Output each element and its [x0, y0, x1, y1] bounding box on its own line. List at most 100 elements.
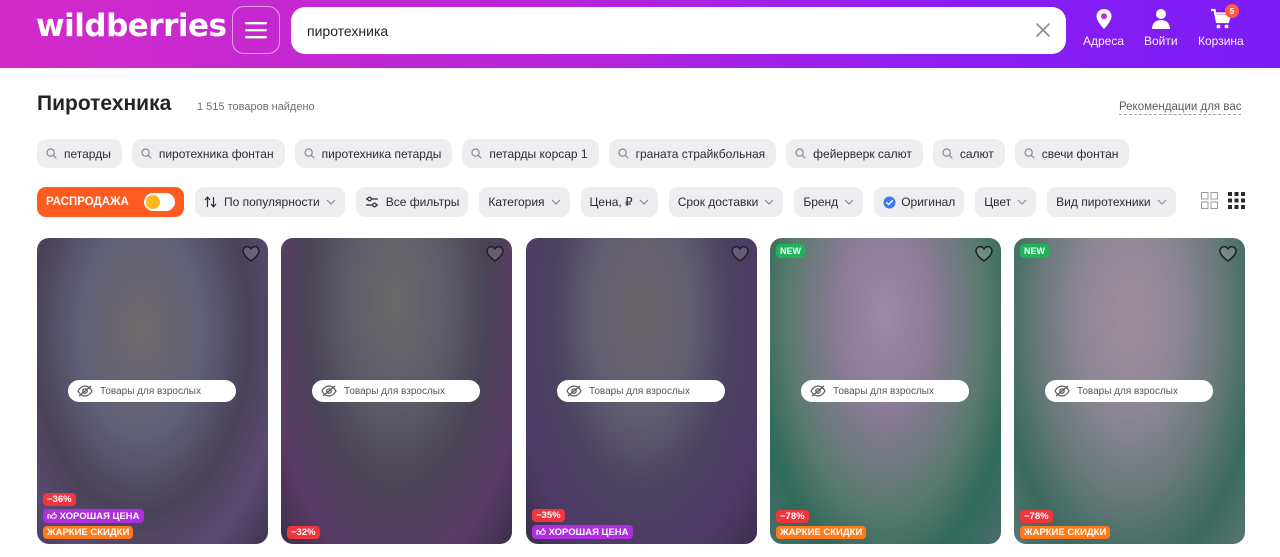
- favorite-heart-icon[interactable]: [241, 244, 261, 264]
- recommendations-link[interactable]: Рекомендации для вас: [1119, 101, 1242, 115]
- adult-content-pill[interactable]: Товары для взрослых: [801, 380, 969, 402]
- product-card[interactable]: Товары для взрослых −35% 👍︎ ХОРОШАЯ ЦЕНА: [526, 238, 757, 544]
- eye-off-icon: [321, 385, 337, 397]
- adult-content-pill[interactable]: Товары для взрослых: [68, 380, 236, 402]
- grid-large-icon: [1201, 192, 1218, 209]
- search-icon: [471, 148, 482, 159]
- toggle-switch[interactable]: [144, 193, 175, 211]
- search-icon: [303, 148, 315, 159]
- adult-label: Товары для взрослых: [833, 385, 934, 397]
- chevron-down-icon: [326, 199, 336, 205]
- adult-label: Товары для взрослых: [589, 385, 690, 397]
- suggestion-label: граната страйкбольная: [635, 146, 766, 161]
- sale-toggle[interactable]: РАСПРОДАЖА: [37, 187, 184, 217]
- product-card[interactable]: Товары для взрослых −32%: [281, 238, 512, 544]
- adult-content-pill[interactable]: Товары для взрослых: [312, 380, 480, 402]
- filter-label: Цена, ₽: [589, 195, 633, 209]
- search-icon: [618, 148, 629, 159]
- suggestion-chip[interactable]: граната страйкбольная: [608, 139, 777, 168]
- favorite-heart-icon[interactable]: [974, 244, 994, 264]
- login-label: Войти: [1144, 34, 1178, 48]
- badge-stack: −32%: [287, 526, 320, 539]
- suggestion-chip[interactable]: петарды корсар 1: [462, 139, 599, 168]
- product-card[interactable]: NEW Товары для взрослых −78% ЖАРКИЕ СКИД…: [1014, 238, 1245, 544]
- favorite-heart-icon[interactable]: [730, 244, 750, 264]
- search-bar: [291, 7, 1066, 54]
- top-header: wildberries Адреса Войти Корзина 5: [0, 0, 1280, 68]
- adult-label: Товары для взрослых: [344, 385, 445, 397]
- hot-discounts-badge: ЖАРКИЕ СКИДКИ: [43, 526, 134, 539]
- suggestion-label: петарды: [64, 146, 111, 161]
- hamburger-icon: [245, 22, 267, 39]
- category-filter[interactable]: Категория: [479, 187, 570, 217]
- eye-off-icon: [810, 385, 826, 397]
- suggestion-chip[interactable]: пиротехника петарды: [294, 139, 453, 168]
- sliders-icon: [365, 196, 379, 208]
- suggestion-label: петарды корсар 1: [489, 146, 588, 161]
- cart-label: Корзина: [1198, 34, 1244, 48]
- filter-bar: РАСПРОДАЖА По популярности Все фильтры К…: [37, 187, 1176, 217]
- eye-off-icon: [1054, 385, 1070, 397]
- suggestion-label: пиротехника фонтан: [158, 146, 274, 161]
- adult-label: Товары для взрослых: [1077, 385, 1178, 397]
- filter-label: Категория: [488, 195, 545, 209]
- chevron-down-icon: [764, 199, 774, 205]
- search-icon: [942, 148, 953, 159]
- adult-content-pill[interactable]: Товары для взрослых: [557, 380, 725, 402]
- new-badge: NEW: [1020, 244, 1049, 258]
- price-filter[interactable]: Цена, ₽: [580, 187, 658, 217]
- grid-small-view-button[interactable]: [1228, 192, 1245, 209]
- user-icon: [1151, 9, 1170, 29]
- filter-label: Срок доставки: [677, 195, 759, 209]
- delivery-time-filter[interactable]: Срок доставки: [668, 187, 784, 217]
- suggestion-chip[interactable]: пиротехника фонтан: [131, 139, 285, 168]
- menu-button[interactable]: [232, 6, 280, 54]
- chevron-down-icon: [639, 199, 649, 205]
- chevron-down-icon: [1017, 199, 1027, 205]
- favorite-heart-icon[interactable]: [485, 244, 505, 264]
- suggestion-chip[interactable]: свечи фонтан: [1014, 139, 1130, 168]
- badge-stack: −78% ЖАРКИЕ СКИДКИ: [1020, 510, 1111, 539]
- suggestion-label: свечи фонтан: [1041, 146, 1119, 161]
- sort-dropdown[interactable]: По популярности: [195, 187, 345, 217]
- good-price-badge: 👍︎ ХОРОШАЯ ЦЕНА: [532, 525, 633, 539]
- grid-small-icon: [1228, 192, 1245, 209]
- color-filter[interactable]: Цвет: [975, 187, 1037, 217]
- original-filter[interactable]: Оригинал: [874, 187, 965, 217]
- pyrotechnics-type-filter[interactable]: Вид пиротехники: [1047, 187, 1176, 217]
- cart-count-badge: 5: [1225, 4, 1239, 18]
- verified-check-icon: [883, 196, 896, 209]
- clear-search-icon[interactable]: [1034, 21, 1052, 39]
- chevron-down-icon: [844, 199, 854, 205]
- filter-label: Вид пиротехники: [1056, 195, 1151, 209]
- search-icon: [795, 148, 806, 159]
- brand-filter[interactable]: Бренд: [794, 187, 864, 217]
- chevron-down-icon: [1157, 199, 1167, 205]
- product-card[interactable]: Товары для взрослых −36% 👍︎ ХОРОШАЯ ЦЕНА…: [37, 238, 268, 544]
- login-link[interactable]: Войти: [1144, 8, 1178, 48]
- discount-badge: −78%: [1020, 510, 1053, 523]
- original-label: Оригинал: [901, 195, 956, 209]
- grid-large-view-button[interactable]: [1201, 192, 1218, 209]
- addresses-label: Адреса: [1083, 34, 1125, 48]
- suggestion-chip[interactable]: салют: [932, 139, 1005, 168]
- search-input[interactable]: [307, 7, 1027, 54]
- sort-label: По популярности: [224, 195, 320, 209]
- new-badge: NEW: [776, 244, 805, 258]
- toggle-knob: [146, 195, 160, 209]
- suggestion-chip[interactable]: петарды: [37, 139, 122, 168]
- favorite-heart-icon[interactable]: [1218, 244, 1238, 264]
- eye-off-icon: [566, 385, 582, 397]
- all-filters-button[interactable]: Все фильтры: [355, 187, 469, 217]
- adult-content-pill[interactable]: Товары для взрослых: [1045, 380, 1213, 402]
- suggestion-chip[interactable]: фейерверк салют: [786, 139, 923, 168]
- search-icon: [141, 148, 152, 159]
- wildberries-logo[interactable]: wildberries: [36, 8, 227, 44]
- good-price-badge: 👍︎ ХОРОШАЯ ЦЕНА: [43, 509, 144, 523]
- search-icon: [1024, 148, 1035, 159]
- badge-stack: −35% 👍︎ ХОРОШАЯ ЦЕНА: [532, 509, 633, 539]
- product-card[interactable]: NEW Товары для взрослых −78% ЖАРКИЕ СКИД…: [770, 238, 1001, 544]
- discount-badge: −36%: [43, 493, 76, 506]
- filter-label: Бренд: [803, 195, 839, 209]
- addresses-link[interactable]: Адреса: [1083, 8, 1124, 48]
